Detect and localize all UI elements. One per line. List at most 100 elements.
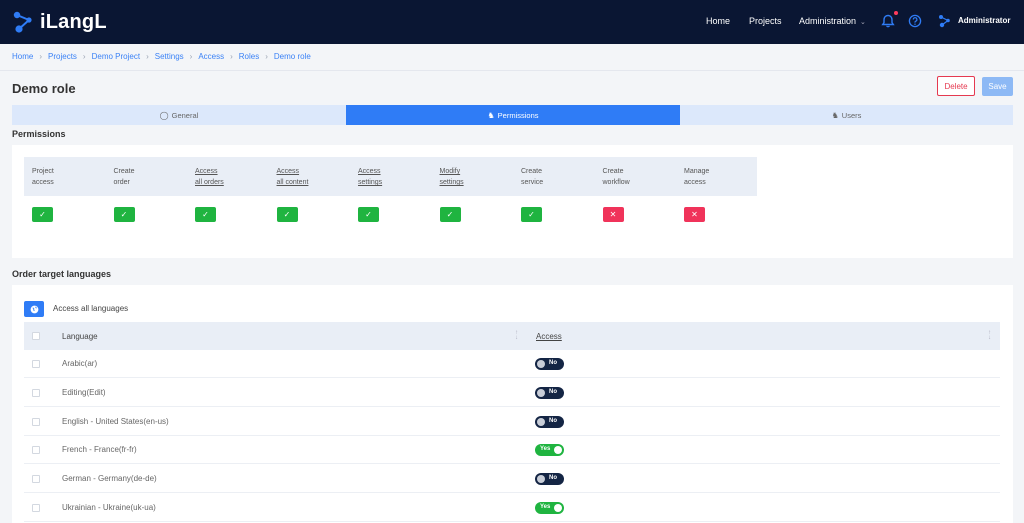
sort-icon[interactable]: ↑ ↓ (515, 330, 518, 341)
table-row: English - United States(en-us) No (24, 408, 1000, 436)
permission-label-line2: all orders (195, 179, 224, 186)
permission-label-line1: Manage (684, 168, 710, 175)
permission-column-header: Manage access (684, 157, 709, 196)
crumb-home[interactable]: Home (12, 52, 33, 61)
logo[interactable]: iLangL (12, 9, 107, 35)
crumb-demo-role[interactable]: Demo role (274, 52, 311, 61)
check-icon: ✓ (120, 210, 128, 219)
toggle-knob (537, 360, 545, 368)
crumb-demo-project[interactable]: Demo Project (92, 52, 140, 61)
tab-general[interactable]: ◯ General (12, 105, 346, 125)
tab-permissions[interactable]: ♞ Permissions (346, 105, 680, 125)
permission-label-line1: Create (602, 168, 624, 175)
permission-label-line1: Access (195, 168, 218, 175)
crumb-roles[interactable]: Roles (239, 52, 259, 61)
delete-button[interactable]: Delete (937, 76, 975, 96)
permission-enabled-toggle[interactable]: ✓ (439, 207, 461, 222)
nav-home[interactable]: Home (706, 16, 730, 26)
tab-permissions-label: Permissions (497, 110, 539, 120)
save-button[interactable]: Save (982, 77, 1013, 96)
nav-projects[interactable]: Projects (749, 16, 782, 26)
permission-column-header: Access all orders (195, 157, 224, 196)
row-checkbox[interactable] (32, 446, 40, 455)
check-icon: ✓ (39, 210, 46, 219)
toggle-label: No (549, 360, 557, 366)
select-all-checkbox[interactable] (32, 332, 40, 340)
sort-icon[interactable]: ↑ ↓ (988, 330, 991, 341)
tab-bar: ◯ General ♞ Permissions ♞ Users (12, 105, 1013, 125)
user-icon[interactable] (938, 14, 952, 28)
column-header-language[interactable]: Language (62, 332, 98, 341)
column-header-access[interactable]: Access (536, 332, 562, 341)
check-icon: ✓ (202, 210, 209, 219)
permission-column-header: Create service (521, 157, 543, 196)
row-checkbox[interactable] (32, 475, 40, 484)
nav-administration[interactable]: Administration ⌄ (799, 16, 866, 26)
toggle-knob (537, 417, 545, 426)
check-icon: ✓ (283, 210, 291, 219)
permission-disabled-toggle[interactable]: ✕ (602, 207, 624, 222)
crumb-settings[interactable]: Settings (155, 52, 184, 61)
row-checkbox[interactable] (32, 504, 40, 512)
crumb-projects[interactable]: Projects (48, 52, 77, 61)
access-toggle[interactable]: No (535, 358, 564, 370)
permission-enabled-toggle[interactable]: ✓ (32, 207, 53, 222)
permission-label-line2: access (684, 179, 706, 186)
access-toggle[interactable]: Yes (535, 444, 564, 457)
help-icon[interactable] (908, 14, 922, 28)
permission-enabled-toggle[interactable]: ✓ (113, 207, 135, 222)
permission-label-line1: Create (521, 168, 543, 175)
permission-label-line2: settings (358, 179, 383, 186)
bell-icon[interactable] (881, 11, 898, 28)
permission-enabled-toggle[interactable]: ✓ (195, 207, 216, 222)
chevron-right-icon: › (82, 52, 86, 61)
table-row: Editing(Edit) No (24, 379, 1000, 407)
toggle-label: Yes (540, 504, 551, 510)
crumb-access[interactable]: Access (198, 52, 224, 61)
languages-table-header: Language ↑ ↓ Access ↑ ↓ (24, 322, 1000, 350)
tab-users-label: Users (841, 110, 862, 120)
users-icon: ♞ (831, 110, 839, 120)
permission-enabled-toggle[interactable]: ✓ (358, 207, 379, 222)
access-all-languages-button[interactable] (24, 301, 44, 317)
row-checkbox[interactable] (32, 360, 40, 368)
language-name: Editing(Edit) (62, 387, 106, 397)
permission-disabled-toggle[interactable]: ✕ (684, 207, 705, 222)
permissions-card: Project access Create order Access all orders… (12, 145, 1013, 258)
permission-enabled-toggle[interactable]: ✓ (276, 207, 298, 222)
permission-label-line2: all content (276, 179, 309, 186)
close-icon: ✕ (691, 210, 698, 219)
access-toggle[interactable]: Yes (535, 502, 564, 514)
access-toggle[interactable]: No (535, 386, 564, 399)
permission-column-header: Access all content (277, 157, 309, 196)
table-row: French - France(fr-fr) Yes (24, 436, 1000, 465)
toggle-label: No (549, 475, 557, 482)
access-all-languages-label: Access all languages (53, 304, 129, 313)
close-icon: ✕ (609, 210, 617, 219)
permission-column-header: Create workflow (603, 157, 630, 196)
table-row: Arabic(ar) No (24, 350, 1000, 378)
access-toggle[interactable]: No (535, 415, 564, 428)
permission-column-header: Access settings (358, 157, 382, 196)
user-name[interactable]: Administrator (958, 16, 1010, 25)
toggle-knob (537, 475, 545, 484)
toggle-knob (554, 446, 562, 455)
permission-label-line1: Access (276, 168, 300, 175)
language-name: English - United States(en-us) (62, 416, 169, 426)
logo-icon (13, 11, 32, 33)
permission-column-header: Modify settings (440, 157, 464, 196)
permission-column-header: Project access (32, 157, 54, 196)
permission-label-line2: access (32, 179, 54, 186)
chevron-right-icon: › (39, 52, 43, 61)
tab-users[interactable]: ♞ Users (680, 105, 1013, 125)
check-icon: ✓ (446, 210, 454, 219)
row-checkbox[interactable] (32, 388, 40, 397)
permission-label-line2: settings (439, 179, 464, 186)
permission-column-header: Create order (114, 157, 135, 196)
access-toggle[interactable]: No (535, 473, 564, 486)
toggle-knob (554, 504, 562, 512)
permission-enabled-toggle[interactable]: ✓ (521, 207, 542, 222)
row-checkbox[interactable] (32, 417, 40, 426)
toggle-label: No (549, 417, 557, 424)
chevron-down-icon: ⌄ (860, 19, 866, 26)
